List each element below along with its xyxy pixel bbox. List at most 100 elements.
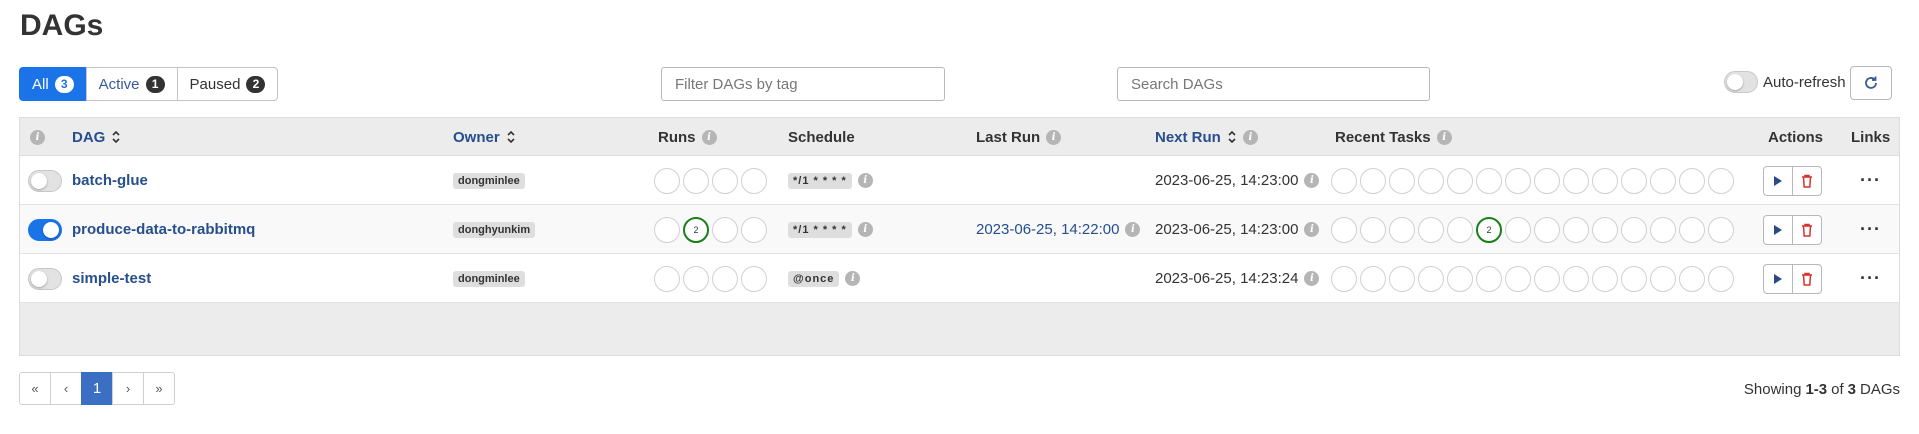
- task-status-circle[interactable]: [1360, 167, 1386, 194]
- task-status-circle[interactable]: [1563, 265, 1589, 292]
- task-status-circle[interactable]: [1389, 167, 1415, 194]
- task-status-circle[interactable]: [1389, 265, 1415, 292]
- run-status-circle[interactable]: [712, 216, 738, 243]
- task-status-circle[interactable]: [1679, 265, 1705, 292]
- filter-all-button[interactable]: All 3: [19, 67, 87, 101]
- header-dag[interactable]: DAG: [72, 118, 121, 156]
- task-status-circle[interactable]: [1621, 265, 1647, 292]
- info-icon[interactable]: i: [1242, 129, 1258, 145]
- info-icon[interactable]: i: [701, 129, 717, 145]
- info-icon[interactable]: i: [30, 129, 45, 145]
- dag-id-link[interactable]: batch-glue: [72, 172, 148, 189]
- trigger-dag-button[interactable]: [1763, 214, 1793, 245]
- task-status-circle[interactable]: [1592, 167, 1618, 194]
- dag-id-link[interactable]: simple-test: [72, 270, 151, 287]
- owner-tag[interactable]: donghyunkim: [453, 221, 536, 238]
- task-status-circle[interactable]: [1418, 167, 1444, 194]
- last-run-link[interactable]: 2023-06-25, 14:22:00: [976, 221, 1119, 238]
- task-status-circle[interactable]: [1592, 216, 1618, 243]
- info-icon[interactable]: i: [1304, 222, 1320, 237]
- info-icon[interactable]: i: [845, 271, 861, 286]
- task-status-circle[interactable]: [1505, 167, 1531, 194]
- header-owner[interactable]: Owner: [453, 118, 516, 156]
- run-status-circle[interactable]: [712, 167, 738, 194]
- task-status-circle[interactable]: [1621, 167, 1647, 194]
- task-status-circle[interactable]: [1418, 265, 1444, 292]
- run-status-circle[interactable]: [741, 265, 767, 292]
- task-status-circle[interactable]: [1505, 265, 1531, 292]
- auto-refresh-toggle[interactable]: [1724, 71, 1758, 93]
- task-status-circle[interactable]: [1447, 265, 1473, 292]
- task-status-circle[interactable]: [1650, 265, 1676, 292]
- more-icon[interactable]: ···: [1860, 268, 1881, 289]
- delete-dag-button[interactable]: [1792, 263, 1822, 294]
- owner-tag[interactable]: dongminlee: [453, 172, 525, 189]
- task-status-circle[interactable]: [1679, 167, 1705, 194]
- tag-filter-input[interactable]: [661, 67, 945, 101]
- run-status-circle[interactable]: [654, 167, 680, 194]
- task-status-circle[interactable]: [1447, 167, 1473, 194]
- first-page-button[interactable]: «: [19, 372, 51, 405]
- task-status-circle[interactable]: [1476, 167, 1502, 194]
- task-status-circle[interactable]: [1534, 216, 1560, 243]
- task-status-circle[interactable]: [1534, 167, 1560, 194]
- pause-toggle[interactable]: [28, 169, 62, 192]
- pause-toggle[interactable]: [28, 267, 62, 290]
- task-status-circle[interactable]: [1650, 167, 1676, 194]
- task-status-circle[interactable]: 2: [1476, 216, 1502, 243]
- task-status-circle[interactable]: [1534, 265, 1560, 292]
- task-status-circle[interactable]: [1650, 216, 1676, 243]
- run-status-circle[interactable]: [712, 265, 738, 292]
- run-status-circle[interactable]: [741, 216, 767, 243]
- task-status-circle[interactable]: [1592, 265, 1618, 292]
- task-status-circle[interactable]: [1621, 216, 1647, 243]
- run-status-circle[interactable]: [683, 167, 709, 194]
- task-status-circle[interactable]: [1505, 216, 1531, 243]
- run-status-circle[interactable]: [654, 265, 680, 292]
- task-status-circle[interactable]: [1476, 265, 1502, 292]
- task-status-circle[interactable]: [1447, 216, 1473, 243]
- header-next-run[interactable]: Next Run i: [1155, 118, 1258, 156]
- task-status-circle[interactable]: [1708, 216, 1734, 243]
- info-icon[interactable]: i: [1046, 129, 1062, 145]
- run-status-circle[interactable]: [741, 167, 767, 194]
- task-status-circle[interactable]: [1563, 216, 1589, 243]
- current-page-button[interactable]: 1: [81, 372, 113, 405]
- prev-page-button[interactable]: ‹: [50, 372, 82, 405]
- owner-tag[interactable]: dongminlee: [453, 270, 525, 287]
- task-status-circle[interactable]: [1360, 265, 1386, 292]
- info-icon[interactable]: i: [1304, 173, 1320, 188]
- refresh-button[interactable]: [1850, 66, 1892, 100]
- task-status-circle[interactable]: [1563, 167, 1589, 194]
- filter-paused-button[interactable]: Paused 2: [176, 67, 279, 101]
- task-status-circle[interactable]: [1389, 216, 1415, 243]
- task-status-circle[interactable]: [1708, 167, 1734, 194]
- delete-dag-button[interactable]: [1792, 214, 1822, 245]
- run-status-circle[interactable]: [654, 216, 680, 243]
- info-icon[interactable]: i: [1304, 271, 1320, 286]
- delete-dag-button[interactable]: [1792, 165, 1822, 196]
- run-status-circle[interactable]: [683, 265, 709, 292]
- info-icon[interactable]: i: [857, 173, 873, 188]
- search-dags-input[interactable]: [1117, 67, 1430, 101]
- run-status-circle[interactable]: 2: [683, 216, 709, 243]
- task-status-circle[interactable]: [1331, 265, 1357, 292]
- info-icon[interactable]: i: [1436, 129, 1452, 145]
- task-status-circle[interactable]: [1418, 216, 1444, 243]
- dag-id-link[interactable]: produce-data-to-rabbitmq: [72, 221, 255, 238]
- pause-toggle[interactable]: [28, 218, 62, 241]
- trigger-dag-button[interactable]: [1763, 165, 1793, 196]
- last-page-button[interactable]: »: [143, 372, 175, 405]
- task-status-circle[interactable]: [1679, 216, 1705, 243]
- info-icon[interactable]: i: [857, 222, 873, 237]
- task-status-circle[interactable]: [1708, 265, 1734, 292]
- task-status-circle[interactable]: [1360, 216, 1386, 243]
- next-page-button[interactable]: ›: [112, 372, 144, 405]
- filter-active-button[interactable]: Active 1: [85, 67, 178, 101]
- task-status-circle[interactable]: [1331, 216, 1357, 243]
- info-icon[interactable]: i: [1125, 222, 1141, 237]
- task-status-circle[interactable]: [1331, 167, 1357, 194]
- more-icon[interactable]: ···: [1860, 219, 1881, 240]
- more-icon[interactable]: ···: [1860, 170, 1881, 191]
- trigger-dag-button[interactable]: [1763, 263, 1793, 294]
